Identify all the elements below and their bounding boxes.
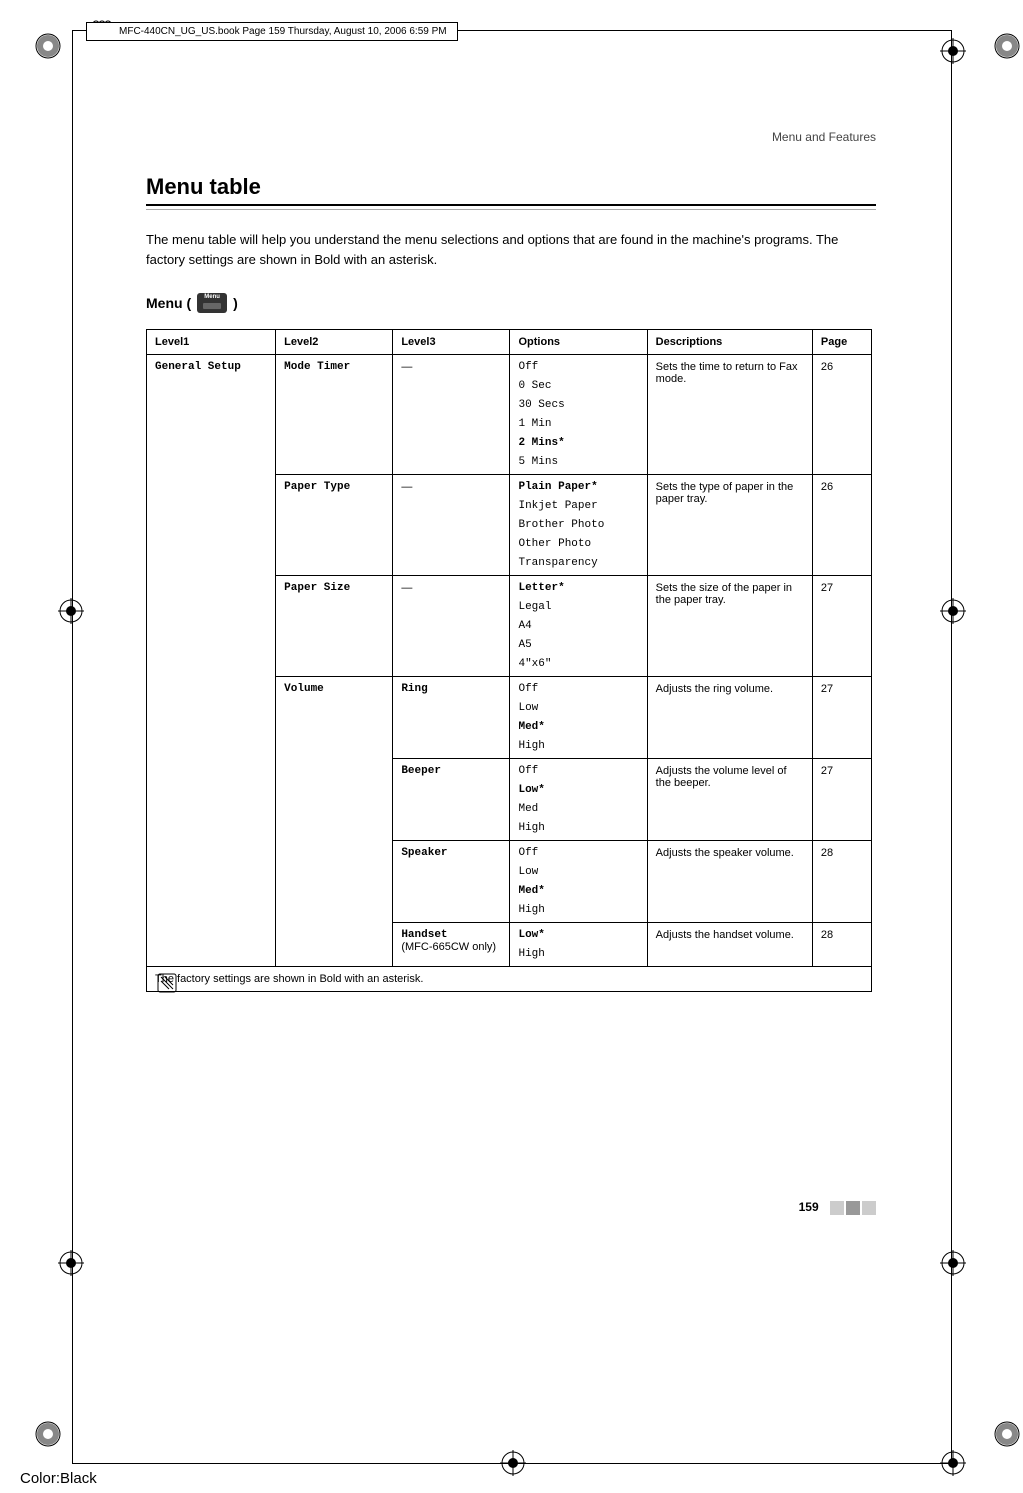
options-cell: Off 0 Sec 30 Secs 1 Min 2 Mins* 5 Mins [510,355,647,475]
option-value: Off [518,361,638,373]
option-value: Legal [518,601,638,613]
option-value: 5 Mins [518,456,638,468]
level3-cell: Beeper [393,759,510,841]
th-options: Options [510,330,647,355]
intro-paragraph: The menu table will help you understand … [146,230,876,269]
option-value: 1 Min [518,418,638,430]
level2-cell: Paper Size [276,576,393,677]
option-value: A4 [518,620,638,632]
options-cell: Off Low Med* High [510,677,647,759]
page-number: 159 [799,1200,819,1214]
option-value: High [518,822,638,834]
table-row: General SetupMode Timer—Off0 Sec30 Secs1… [147,355,872,475]
options-cell: Low* High [510,923,647,967]
description-cell: Sets the type of paper in the paper tray… [647,475,812,576]
option-value: Low [518,866,638,878]
crop-mark-icon [34,1420,62,1451]
menu-button-icon [197,293,227,313]
description-cell: Adjusts the ring volume. [647,677,812,759]
option-value: Off [518,765,638,777]
crop-mark-icon [993,32,1021,63]
option-value: Low* [518,784,638,796]
description-cell: Adjusts the speaker volume. [647,841,812,923]
option-value: Inkjet Paper [518,500,638,512]
page-cell: 28 [812,841,871,923]
level3-cell: — [393,355,510,475]
level1-cell: General Setup [147,355,276,967]
option-value: Other Photo [518,538,638,550]
table-header-row: Level1 Level2 Level3 Options Description… [147,330,872,355]
th-level3: Level3 [393,330,510,355]
option-value: 0 Sec [518,380,638,392]
option-value: Med* [518,721,638,733]
page-marker-icon [830,1201,876,1215]
book-stamp: MFC-440CN_UG_US.book Page 159 Thursday, … [86,22,458,41]
option-value: Off [518,847,638,859]
level3-label: (MFC-665CW only) [401,941,501,953]
option-value: Med* [518,885,638,897]
page-number-area: 159 [146,1200,876,1215]
level2-cell: Volume [276,677,393,967]
options-cell: Letter* Legal A4 A5 4"x6" [510,576,647,677]
page-cell: 28 [812,923,871,967]
options-cell: Off Low* Med High [510,759,647,841]
running-head: Menu and Features [146,130,876,144]
option-value: Transparency [518,557,638,569]
color-label: Color:Black [20,1470,97,1487]
title-rule [146,204,876,210]
section-title: Menu table [146,174,876,200]
description-cell: Sets the time to return to Fax mode. [647,355,812,475]
level3-cell: Ring [393,677,510,759]
page-cell: 27 [812,576,871,677]
option-value: Letter* [518,582,638,594]
options-cell: Off Low Med* High [510,841,647,923]
page-cell: 26 [812,355,871,475]
option-value: Brother Photo [518,519,638,531]
menu-heading-suffix: ) [233,295,238,311]
th-descriptions: Descriptions [647,330,812,355]
option-value: Low [518,702,638,714]
menu-heading: Menu ( ) [146,293,876,313]
page-cell: 27 [812,677,871,759]
menu-table: Level1 Level2 Level3 Options Description… [146,329,872,992]
description-cell: Sets the size of the paper in the paper … [647,576,812,677]
menu-heading-prefix: Menu ( [146,295,191,311]
description-cell: Adjusts the volume level of the beeper. [647,759,812,841]
option-value: Low* [518,929,638,941]
option-value: Med [518,803,638,815]
level2-cell: Paper Type [276,475,393,576]
options-cell: Plain Paper* Inkjet Paper Brother Photo Oth… [510,475,647,576]
crop-mark-icon [993,1420,1021,1451]
footnote-text: The factory settings are shown in Bold w… [155,973,423,985]
option-value: 30 Secs [518,399,638,411]
level3-cell: — [393,576,510,677]
option-value: High [518,948,638,960]
option-value: Plain Paper* [518,481,638,493]
th-level1: Level1 [147,330,276,355]
page-cell: 27 [812,759,871,841]
option-value: 2 Mins* [518,437,638,449]
option-value: High [518,904,638,916]
th-level2: Level2 [276,330,393,355]
option-value: 4"x6" [518,658,638,670]
table-footnote-row: The factory settings are shown in Bold w… [147,967,872,992]
page-cell: 26 [812,475,871,576]
crop-mark-icon [34,32,62,63]
option-value: A5 [518,639,638,651]
option-value: Off [518,683,638,695]
level3-cell: Handset(MFC-665CW only) [393,923,510,967]
th-page: Page [812,330,871,355]
level2-cell: Mode Timer [276,355,393,475]
option-value: High [518,740,638,752]
level3-label: Handset [401,929,501,941]
level3-cell: — [393,475,510,576]
description-cell: Adjusts the handset volume. [647,923,812,967]
level3-cell: Speaker [393,841,510,923]
note-icon [155,971,179,998]
